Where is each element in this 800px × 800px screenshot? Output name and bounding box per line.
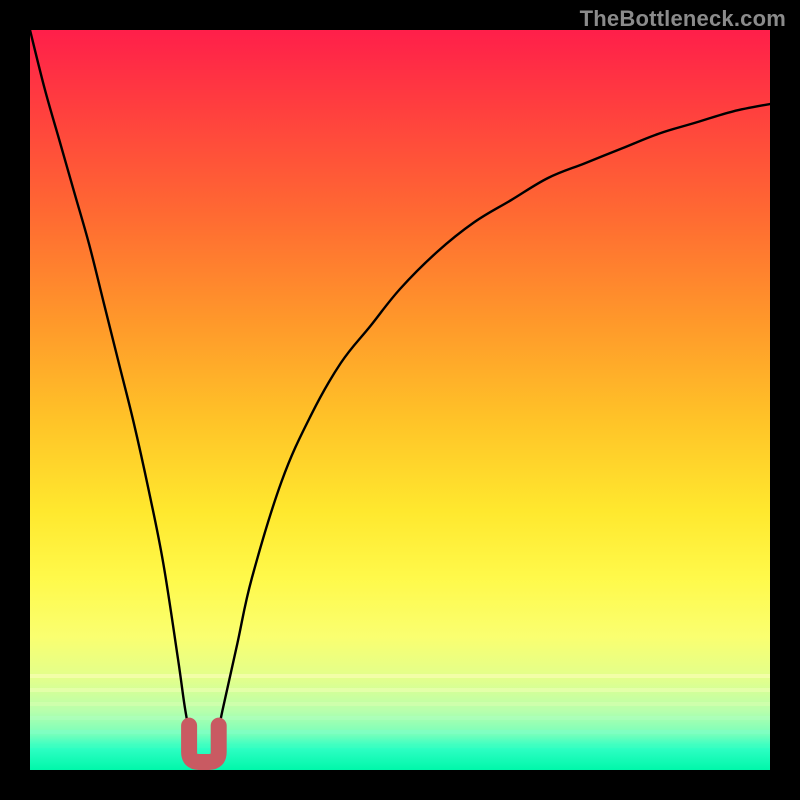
chart-frame: TheBottleneck.com xyxy=(0,0,800,800)
optimal-zone-marker xyxy=(189,726,219,762)
watermark-label: TheBottleneck.com xyxy=(580,6,786,32)
chart-plot-area xyxy=(30,30,770,770)
bottleneck-curve xyxy=(30,30,770,770)
chart-svg xyxy=(30,30,770,770)
